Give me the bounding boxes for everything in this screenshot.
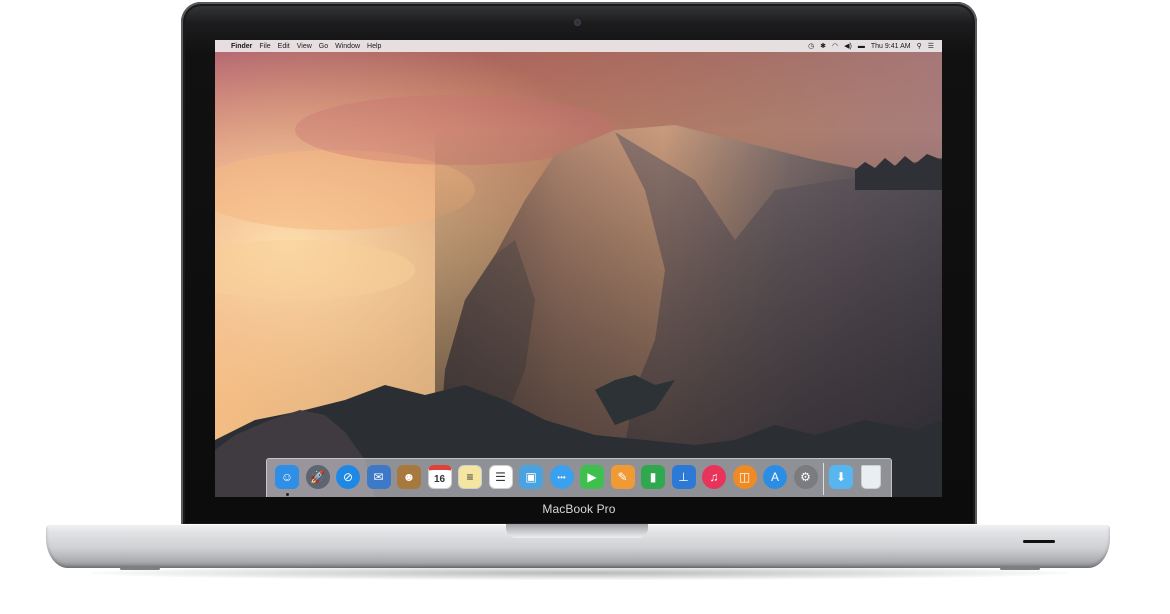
- notes-icon[interactable]: ≡: [458, 465, 482, 489]
- calendar-icon[interactable]: 16: [427, 465, 452, 489]
- desktop-wallpaper: [215, 40, 942, 497]
- launchpad-icon[interactable]: 🚀: [305, 465, 330, 489]
- app-store-icon[interactable]: A: [763, 465, 787, 489]
- volume-icon[interactable]: ◀): [844, 42, 852, 50]
- dock: ☺ 🚀 ⊘ ✉ ☻ 16 ≡ ☰ ▣ ••• ▶ ✎ ▮ ⊥ ♫ ◫ A ⚙ ⬇: [266, 458, 892, 497]
- itunes-icon[interactable]: ♫: [702, 465, 726, 489]
- laptop-foot: [120, 567, 160, 570]
- notification-center-icon[interactable]: ☰: [928, 42, 934, 50]
- bluetooth-icon[interactable]: ✱: [820, 42, 826, 50]
- running-indicator: [286, 493, 289, 496]
- keynote-icon[interactable]: ⊥: [671, 465, 696, 489]
- menu-clock[interactable]: Thu 9:41 AM: [871, 43, 911, 50]
- battery-icon[interactable]: ▬: [858, 43, 865, 50]
- menu-help[interactable]: Help: [367, 43, 381, 50]
- mail-icon[interactable]: ✉: [366, 465, 391, 489]
- camera-icon: [575, 20, 580, 25]
- pages-icon[interactable]: ✎: [610, 465, 635, 489]
- reminders-icon[interactable]: ☰: [488, 465, 513, 489]
- sleep-indicator-light: [1023, 540, 1055, 543]
- menu-bar: Finder File Edit View Go Window Help ◷ ✱…: [215, 40, 942, 52]
- contacts-icon[interactable]: ☻: [397, 465, 421, 489]
- time-machine-icon[interactable]: ◷: [808, 42, 814, 50]
- messages-icon[interactable]: •••: [549, 465, 574, 489]
- menu-view[interactable]: View: [297, 43, 312, 50]
- laptop-shadow: [90, 566, 1070, 580]
- numbers-icon[interactable]: ▮: [641, 465, 665, 489]
- wifi-icon[interactable]: ◠: [832, 42, 838, 50]
- menu-edit[interactable]: Edit: [278, 43, 290, 50]
- spotlight-icon[interactable]: ⚲: [917, 42, 922, 50]
- facetime-icon[interactable]: ▶: [580, 465, 604, 489]
- trash-icon[interactable]: [861, 465, 881, 489]
- safari-icon[interactable]: ⊘: [336, 465, 360, 489]
- status-menus: ◷ ✱ ◠ ◀) ▬ Thu 9:41 AM ⚲ ☰: [802, 42, 942, 51]
- menu-app-finder[interactable]: Finder: [231, 43, 252, 50]
- dock-separator: [823, 463, 824, 495]
- menu-window[interactable]: Window: [335, 43, 360, 50]
- ibooks-icon[interactable]: ◫: [732, 465, 757, 489]
- downloads-folder-icon[interactable]: ⬇: [829, 465, 853, 489]
- menu-go[interactable]: Go: [319, 43, 328, 50]
- screen: Finder File Edit View Go Window Help ◷ ✱…: [215, 40, 942, 497]
- laptop-foot: [1000, 567, 1040, 570]
- finder-icon[interactable]: ☺: [275, 465, 299, 489]
- lid-opening-notch: [506, 524, 648, 538]
- menu-file[interactable]: File: [259, 43, 270, 50]
- brand-label: MacBook Pro: [542, 502, 616, 516]
- photos-icon[interactable]: ▣: [519, 465, 543, 489]
- system-preferences-icon[interactable]: ⚙: [793, 465, 818, 489]
